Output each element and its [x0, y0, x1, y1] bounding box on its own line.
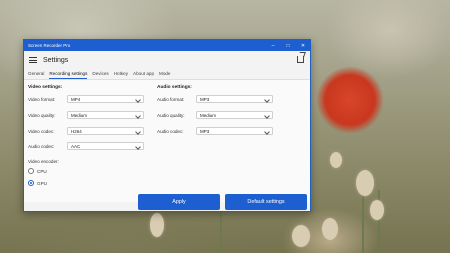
audio-format-value: MP3 — [200, 96, 210, 102]
video-quality-value: Medium — [71, 112, 88, 118]
radio-button[interactable] — [28, 168, 34, 174]
default-settings-button[interactable]: Default settings — [225, 194, 307, 210]
audio-codec-label: Audio codec: — [157, 129, 184, 134]
audio-codec-value: MP3 — [200, 128, 210, 134]
tab-bar: General Recording settings Devices Hotke… — [24, 69, 310, 80]
chevron-down-icon — [264, 112, 270, 119]
settings-window: Screen Recorder Pro – □ ✕ Settings Gener… — [23, 39, 311, 212]
video-audio-codec-label: Audio codec: — [28, 144, 55, 149]
encoder-option-label: CPU — [37, 168, 47, 174]
tab-hotkey[interactable]: Hotkey — [114, 71, 128, 77]
audio-format-label: Audio format: — [157, 97, 185, 102]
maximize-button[interactable]: □ — [281, 40, 295, 51]
tab-devices[interactable]: Devices — [92, 71, 108, 77]
settings-content: Video settings: Video format: MP4 Video … — [24, 80, 310, 202]
audio-quality-dropdown[interactable]: Medium — [196, 111, 273, 119]
chevron-down-icon — [135, 143, 141, 150]
video-audio-codec-dropdown[interactable]: AAC — [67, 142, 144, 150]
video-audio-codec-value: AAC — [71, 143, 81, 149]
encoder-option-cpu[interactable]: CPU — [28, 168, 47, 174]
chevron-down-icon — [264, 128, 270, 135]
close-button[interactable]: ✕ — [296, 40, 310, 51]
audio-codec-dropdown[interactable]: MP3 — [196, 127, 273, 135]
background-flower — [292, 225, 310, 247]
encoder-option-label: GPU — [37, 180, 47, 186]
chevron-down-icon — [135, 128, 141, 135]
tab-mode[interactable]: Mode — [159, 71, 171, 77]
share-icon[interactable] — [297, 56, 304, 63]
background-flower — [150, 213, 164, 237]
video-quality-label: Video quality: — [28, 113, 56, 118]
tab-about-app[interactable]: About app — [133, 71, 154, 77]
chevron-down-icon — [264, 96, 270, 103]
encoder-option-gpu[interactable]: GPU — [28, 180, 47, 186]
audio-format-dropdown[interactable]: MP3 — [196, 95, 273, 103]
page-title: Settings — [43, 56, 69, 64]
video-codec-label: Video codec: — [28, 129, 55, 134]
hamburger-menu-icon[interactable] — [29, 57, 37, 63]
audio-quality-value: Medium — [200, 112, 217, 118]
radio-button-selected[interactable] — [28, 180, 34, 186]
video-codec-dropdown[interactable]: H264 — [67, 127, 144, 135]
apply-button[interactable]: Apply — [138, 194, 220, 210]
tab-recording-settings[interactable]: Recording settings — [49, 71, 88, 79]
title-bar: Screen Recorder Pro – □ ✕ — [24, 40, 310, 51]
tab-general[interactable]: General — [28, 71, 44, 77]
video-format-value: MP4 — [71, 96, 81, 102]
chevron-down-icon — [135, 96, 141, 103]
audio-settings-heading: Audio settings: — [157, 85, 192, 90]
video-settings-heading: Video settings: — [28, 85, 63, 90]
video-encoder-label: Video encoder: — [28, 159, 59, 164]
video-format-label: Video format: — [28, 97, 56, 102]
minimize-button[interactable]: – — [266, 40, 280, 51]
background-flower — [370, 200, 384, 220]
background-flower — [322, 218, 338, 240]
window-title: Screen Recorder Pro — [28, 43, 71, 48]
video-codec-value: H264 — [71, 128, 82, 134]
audio-quality-label: Audio quality: — [157, 113, 185, 118]
video-quality-dropdown[interactable]: Medium — [67, 111, 144, 119]
background-flower — [330, 152, 342, 168]
video-format-dropdown[interactable]: MP4 — [67, 95, 144, 103]
background-flower — [356, 170, 374, 196]
page-header: Settings — [24, 51, 310, 69]
chevron-down-icon — [135, 112, 141, 119]
